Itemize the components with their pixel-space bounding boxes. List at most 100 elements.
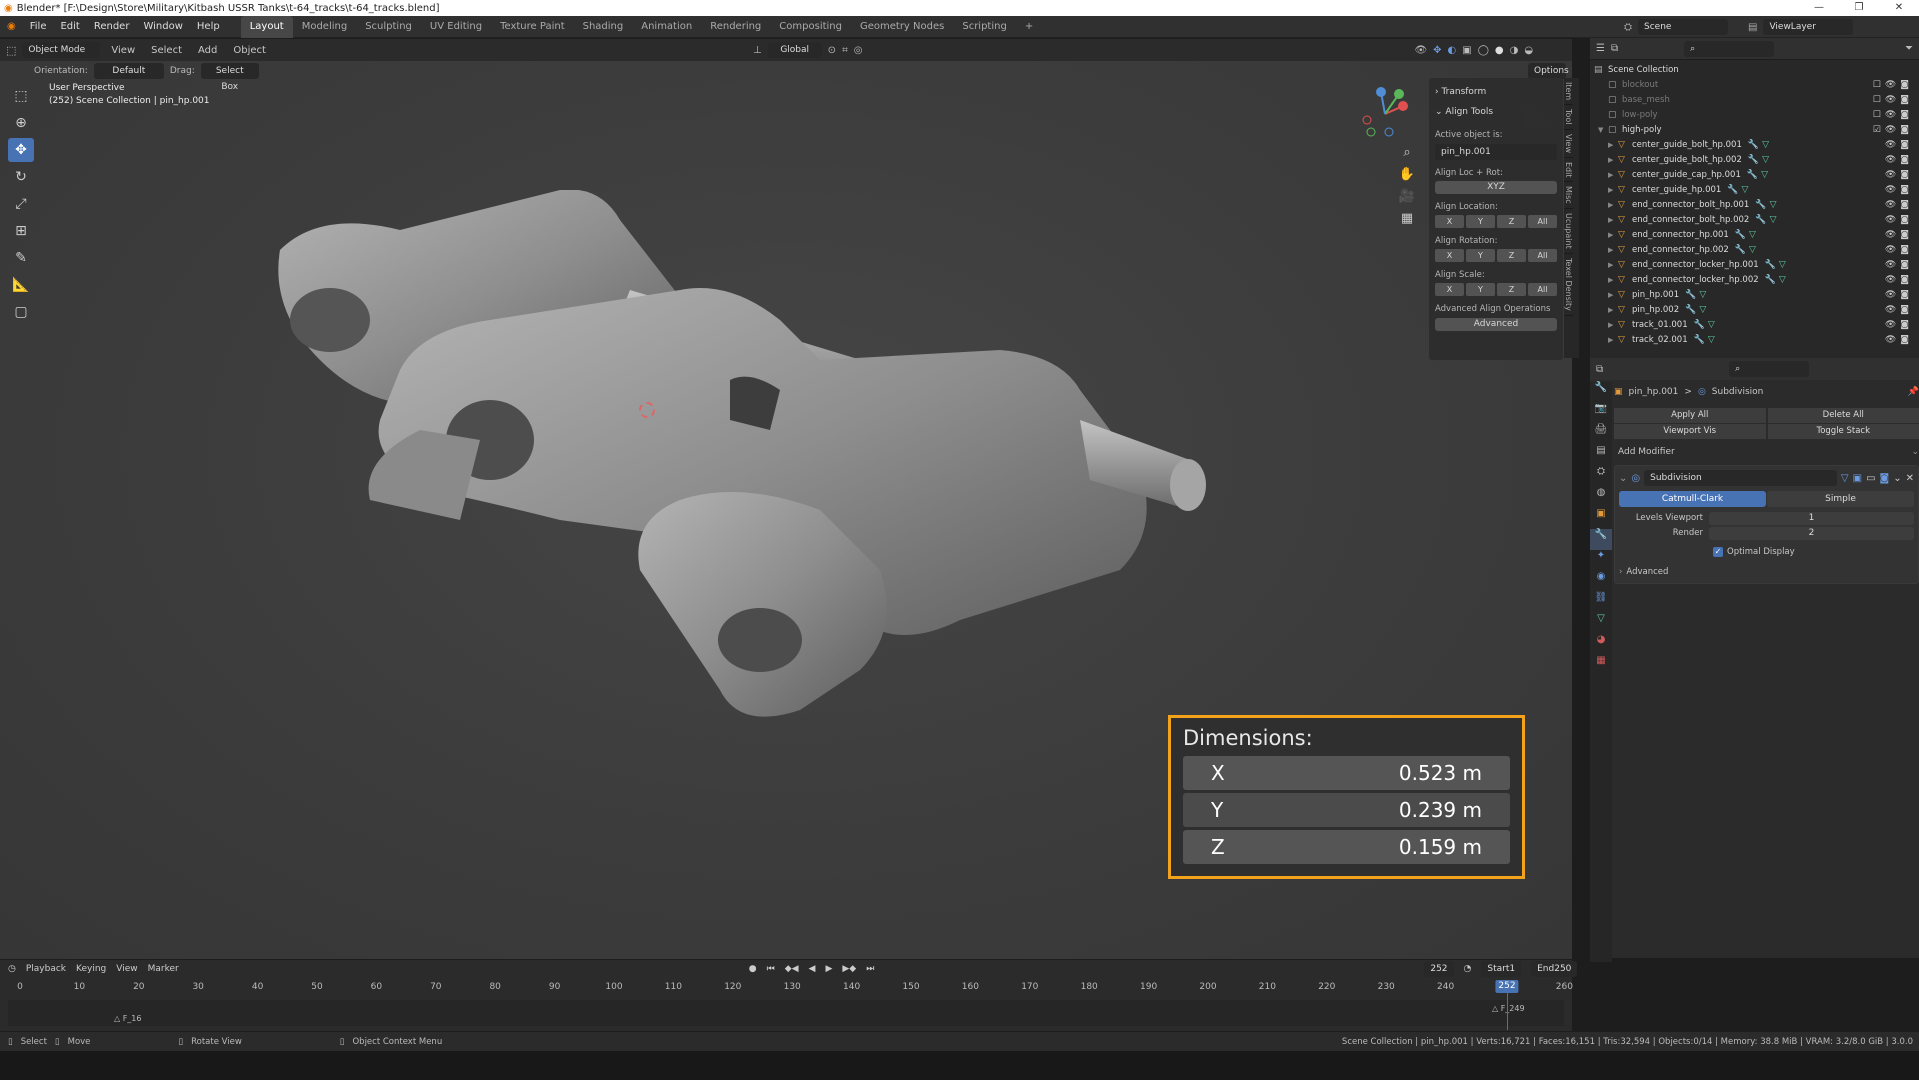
delete-all-button[interactable]: Delete All [1767, 408, 1919, 423]
expand-arrow-icon[interactable]: ▶ [1608, 321, 1618, 329]
align-scale-all-button[interactable]: All [1528, 283, 1557, 296]
add-cube-tool-icon[interactable]: ▢ [8, 300, 34, 324]
render-levels-field[interactable]: 2 [1709, 526, 1914, 540]
eye-icon[interactable]: 👁 [1885, 230, 1896, 240]
shading-wireframe-icon[interactable]: ◯ [1478, 45, 1489, 56]
view-layer-tab-icon[interactable]: ▤ [1590, 445, 1612, 466]
modifier-tab-icon[interactable]: 🔧 [1590, 529, 1612, 550]
exclude-checkbox-icon[interactable]: ☐ [1873, 95, 1881, 105]
eye-icon[interactable]: 👁 [1885, 140, 1896, 150]
tab-sculpting[interactable]: Sculpting [356, 16, 421, 38]
particles-tab-icon[interactable]: ✦ [1590, 550, 1612, 571]
navigation-gizmo[interactable] [1355, 84, 1415, 144]
marker-f249[interactable]: △ F_249 [1492, 1004, 1525, 1013]
options-dropdown[interactable]: Options [1528, 63, 1569, 79]
scale-tool-icon[interactable]: ⤢ [8, 192, 34, 216]
render-camera-icon[interactable]: ◙ [1900, 260, 1909, 270]
outliner-object-row[interactable]: ▶ ▽ center_guide_hp.001 🔧 ▽ 👁 ◙ [1594, 182, 1915, 197]
expand-arrow-icon[interactable]: ▶ [1608, 171, 1618, 179]
rotate-tool-icon[interactable]: ↻ [8, 165, 34, 189]
align-tools-panel-header[interactable]: ⌄ Align Tools [1435, 102, 1557, 122]
restore-icon[interactable]: ❐ [1839, 0, 1879, 16]
tab-rendering[interactable]: Rendering [701, 16, 770, 38]
mesh-data-icon[interactable]: ▽ [1749, 230, 1756, 240]
render-camera-icon[interactable]: ◙ [1900, 290, 1909, 300]
output-tab-icon[interactable]: 🖨 [1590, 424, 1612, 445]
apply-all-button[interactable]: Apply All [1614, 408, 1766, 423]
shading-solid-icon[interactable]: ● [1495, 45, 1504, 56]
tab-geometry-nodes[interactable]: Geometry Nodes [851, 16, 953, 38]
mesh-data-icon[interactable]: ▽ [1708, 335, 1715, 345]
mesh-data-icon[interactable]: ▽ [1762, 140, 1769, 150]
constraints-tab-icon[interactable]: ⛓ [1590, 592, 1612, 613]
expand-arrow-icon[interactable]: ▼ [1598, 126, 1608, 134]
expand-arrow-icon[interactable]: ▶ [1608, 276, 1618, 284]
eye-icon[interactable]: 👁 [1885, 95, 1896, 105]
next-keyframe-icon[interactable]: ▶◆ [842, 964, 856, 974]
jump-start-icon[interactable]: ⏮ [767, 964, 775, 974]
catmull-clark-button[interactable]: Catmull-Clark [1619, 491, 1766, 507]
tab-animation[interactable]: Animation [632, 16, 701, 38]
eye-icon[interactable]: 👁 [1885, 245, 1896, 255]
timeline-ruler[interactable]: 0 10 20 30 40 50 60 70 80 90 100 110 120 130 140 150 160… [0, 982, 1573, 998]
align-xyz-button[interactable]: XYZ [1435, 181, 1557, 194]
simple-button[interactable]: Simple [1767, 491, 1914, 507]
render-camera-icon[interactable]: ◙ [1900, 140, 1909, 150]
viewport-vis-button[interactable]: Viewport Vis [1614, 424, 1766, 439]
modifier-icon[interactable]: 🔧 [1747, 170, 1758, 180]
collection-row[interactable]: ▢ low-poly ☐ 👁 ◙ [1594, 107, 1915, 122]
timeline-track[interactable]: △ F_16 △ F_249 [8, 1000, 1564, 1026]
add-modifier-dropdown[interactable]: Add Modifier ⌄ [1614, 443, 1919, 461]
render-camera-icon[interactable]: ◙ [1900, 275, 1909, 285]
material-tab-icon[interactable]: ◕ [1590, 634, 1612, 655]
viewlayer-selector[interactable]: ViewLayer [1763, 19, 1854, 35]
xray-icon[interactable]: ▣ [1462, 45, 1471, 56]
sidebar-tab-edit[interactable]: Edit [1564, 158, 1573, 183]
mesh-data-icon[interactable]: ▽ [1770, 215, 1777, 225]
timeline-editor-icon[interactable]: ◷ [8, 964, 16, 974]
mesh-data-icon[interactable]: ▽ [1708, 320, 1715, 330]
scene-tab-icon[interactable]: ⛭ [1590, 466, 1612, 487]
pan-hand-icon[interactable]: ✋ [1397, 167, 1417, 189]
eye-icon[interactable]: 👁 [1885, 200, 1896, 210]
expand-arrow-icon[interactable]: ▶ [1608, 141, 1618, 149]
zoom-icon[interactable]: ⌕ [1397, 145, 1417, 167]
eye-icon[interactable]: 👁 [1885, 80, 1896, 90]
play-icon[interactable]: ▶ [825, 964, 832, 974]
end-frame-field[interactable]: End 250 [1531, 961, 1578, 977]
outliner-object-row[interactable]: ▶ ▽ end_connector_locker_hp.001 🔧 ▽ 👁 ◙ [1594, 257, 1915, 272]
expand-arrow-icon[interactable]: ▶ [1608, 261, 1618, 269]
outliner-search[interactable]: ⌕ [1684, 40, 1775, 57]
scene-collection-row[interactable]: ▤ Scene Collection [1594, 62, 1915, 77]
pivot-icon[interactable]: ⊙ [828, 45, 836, 56]
snap-icon[interactable]: ⌗ [842, 45, 848, 56]
render-camera-icon[interactable]: ◙ [1900, 95, 1909, 105]
close-icon[interactable]: ✕ [1879, 0, 1919, 16]
render-camera-icon[interactable]: ◙ [1900, 170, 1909, 180]
sidebar-tab-misc[interactable]: Misc [1564, 182, 1573, 209]
menu-object[interactable]: Object [228, 45, 271, 56]
eye-icon[interactable]: 👁 [1885, 155, 1896, 165]
sidebar-tab-ucupaint[interactable]: Ucupaint [1564, 209, 1573, 254]
expand-arrow-icon[interactable]: ▶ [1608, 156, 1618, 164]
toggle-stack-button[interactable]: Toggle Stack [1767, 424, 1919, 439]
tab-shading[interactable]: Shading [574, 16, 633, 38]
modifier-icon[interactable]: 🔧 [1755, 215, 1766, 225]
move-tool-icon[interactable]: ✥ [8, 138, 34, 162]
menu-edit[interactable]: Edit [53, 16, 86, 38]
align-scale-x-button[interactable]: X [1435, 283, 1464, 296]
drag-dropdown[interactable]: Select Box [200, 63, 259, 92]
render-camera-icon[interactable]: ◙ [1900, 200, 1909, 210]
modifier-icon[interactable]: 🔧 [1735, 245, 1746, 255]
measure-tool-icon[interactable]: 📐 [8, 273, 34, 297]
blender-menu-icon[interactable]: ◉ [0, 16, 23, 38]
align-rotation-x-button[interactable]: X [1435, 249, 1464, 262]
gizmo-toggle-icon[interactable]: ✥ [1433, 45, 1441, 56]
minimize-icon[interactable]: — [1799, 0, 1839, 16]
texture-tab-icon[interactable]: ▦ [1590, 655, 1612, 676]
align-scale-y-button[interactable]: Y [1466, 283, 1495, 296]
gizmo-y-icon[interactable] [1394, 89, 1404, 99]
filter-icon[interactable]: ⏷ [1905, 43, 1913, 54]
expand-arrow-icon[interactable]: ▶ [1608, 186, 1618, 194]
modifier-icon[interactable]: 🔧 [1694, 320, 1705, 330]
